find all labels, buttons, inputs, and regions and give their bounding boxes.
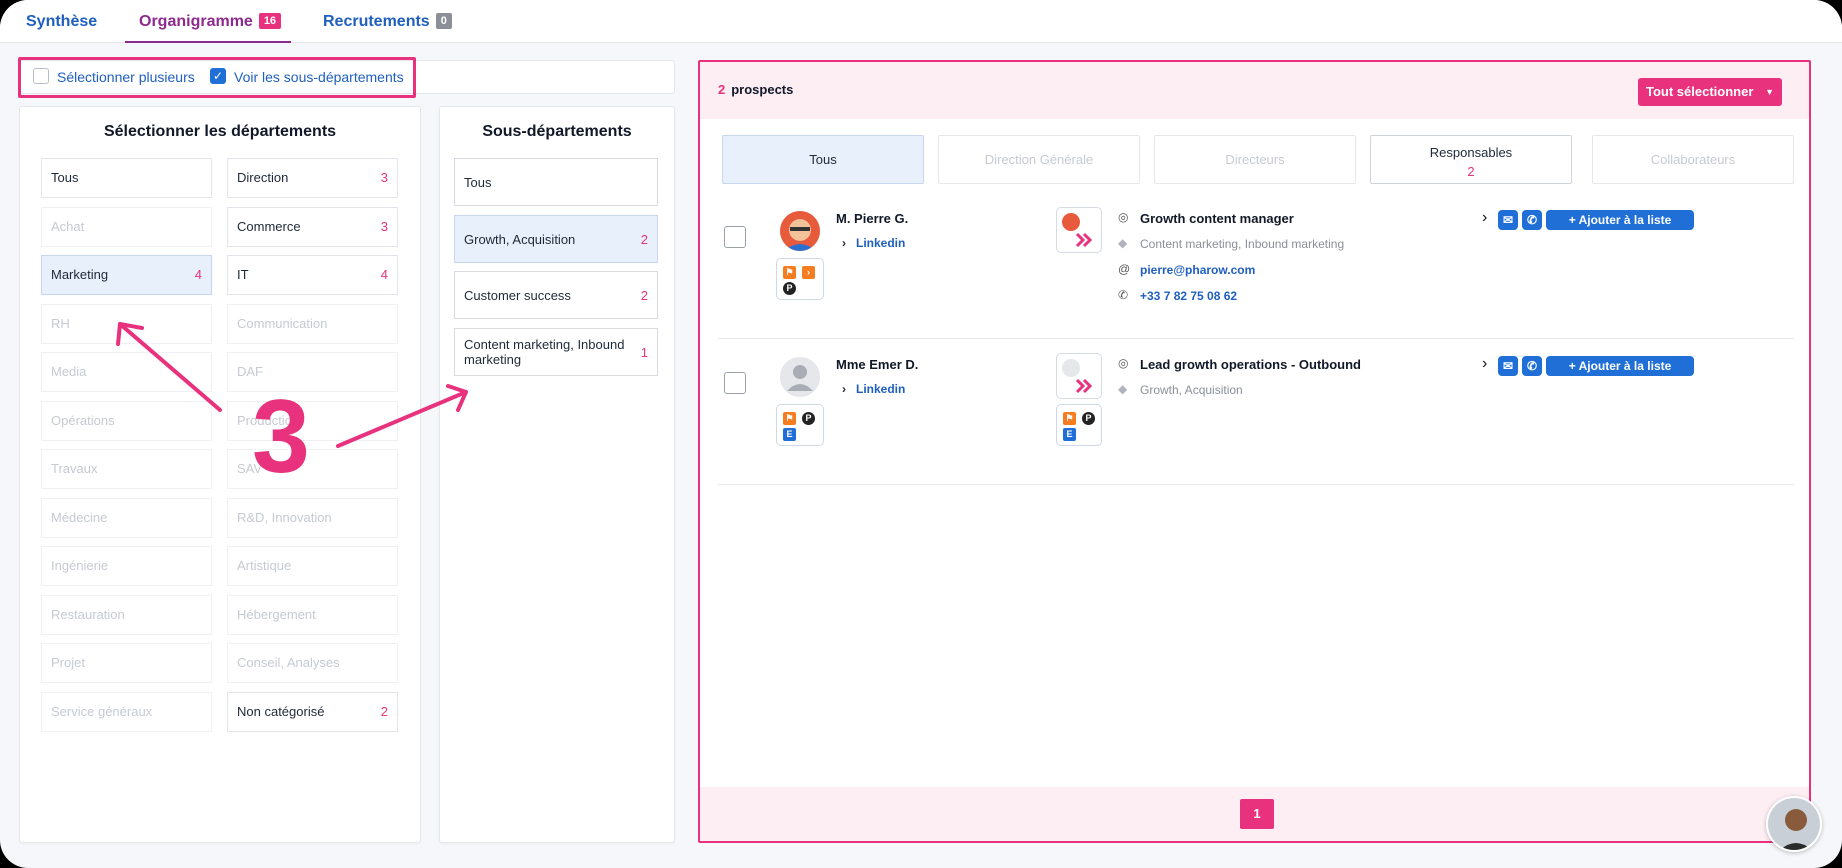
tag-icon: ◆: [1118, 236, 1128, 250]
arrow-right: [336, 390, 468, 448]
linkedin-link[interactable]: › Linkedin: [842, 236, 905, 250]
filter-tab-collaborateurs[interactable]: Collaborateurs: [1592, 135, 1794, 184]
pharow-logo-icon: P: [802, 412, 815, 425]
target-icon: ◎: [1118, 356, 1129, 370]
chevron-right-icon[interactable]: ›: [1482, 209, 1487, 227]
job-title: Growth content manager: [1140, 211, 1294, 226]
phone-icon: ✆: [1526, 359, 1538, 373]
flag-icon: ⚑: [783, 412, 796, 425]
default-user-icon: [780, 357, 820, 397]
at-icon: @: [1118, 262, 1131, 276]
prospect-name: M. Pierre G.: [836, 211, 909, 226]
plus-icon: +: [1568, 213, 1579, 227]
user-avatar[interactable]: [1766, 796, 1822, 852]
prospects-count: 2 prospects: [718, 82, 794, 97]
company-logo: [1056, 353, 1102, 399]
source-logo-icon: ›: [802, 266, 815, 279]
filter-tab-responsables[interactable]: Responsables 2: [1370, 135, 1572, 184]
arrow-left: [118, 322, 222, 412]
source-logo-icon: E: [783, 428, 796, 441]
flag-icon: ⚑: [1063, 412, 1076, 425]
mail-icon: ✉: [1502, 213, 1514, 227]
prospects-header: 2 prospects Tout sélectionner ▼: [700, 62, 1809, 119]
prospects-panel: 2 prospects Tout sélectionner ▼ Tous Dire…: [698, 60, 1811, 843]
flag-icon: ⚑: [783, 266, 796, 279]
tag-icon: ◆: [1118, 382, 1128, 396]
call-button[interactable]: ✆: [1522, 210, 1542, 230]
filter-tab-direction-generale[interactable]: Direction Générale: [938, 135, 1140, 184]
phone-icon: ✆: [1118, 288, 1129, 302]
job-tags: Content marketing, Inbound marketing: [1140, 237, 1345, 251]
page-button[interactable]: 1: [1240, 799, 1274, 829]
pharow-logo-icon: P: [1082, 412, 1095, 425]
phone-icon: ✆: [1526, 213, 1538, 227]
prospect-phone[interactable]: +33 7 82 75 08 62: [1140, 289, 1237, 303]
chevron-right-icon[interactable]: ›: [1482, 355, 1487, 373]
pagination-bar: 1: [700, 787, 1809, 841]
job-title: Lead growth operations - Outbound: [1140, 357, 1361, 372]
plus-icon: +: [1568, 359, 1579, 373]
source-badges: ⚑ P E: [776, 404, 824, 446]
job-tags: Growth, Acquisition: [1140, 383, 1243, 397]
person-photo-icon: [780, 211, 820, 251]
caret-down-icon: ▼: [1765, 87, 1774, 97]
prospect-checkbox[interactable]: [724, 372, 746, 394]
linkedin-link[interactable]: › Linkedin: [842, 382, 905, 396]
prospect-row: ⚑ P E Mme Emer D. › Linkedin ⚑ P E ◎ Lead…: [718, 340, 1794, 485]
source-badges: ⚑ › P: [776, 258, 824, 300]
company-logo-icon: [1062, 213, 1093, 248]
source-logo-icon: E: [1063, 428, 1076, 441]
annotation-number: 3: [252, 379, 310, 495]
prospect-row: ⚑ › P M. Pierre G. › Linkedin ◎ Growth co…: [718, 194, 1794, 339]
pharow-logo-icon: P: [783, 282, 796, 295]
add-to-list-button[interactable]: + Ajouter à la liste: [1546, 210, 1694, 230]
company-logo-icon: [1062, 359, 1093, 394]
mail-icon: ✉: [1502, 359, 1514, 373]
add-to-list-button[interactable]: + Ajouter à la liste: [1546, 356, 1694, 376]
select-all-button[interactable]: Tout sélectionner ▼: [1638, 78, 1782, 106]
email-button[interactable]: ✉: [1498, 210, 1518, 230]
app-frame: Synthèse Organigramme 16 Recrutements 0 Sé…: [0, 0, 1842, 868]
prospect-avatar[interactable]: [780, 357, 820, 397]
company-source-badges: ⚑ P E: [1056, 404, 1102, 446]
prospect-name: Mme Emer D.: [836, 357, 919, 372]
call-button[interactable]: ✆: [1522, 356, 1542, 376]
prospect-checkbox[interactable]: [724, 226, 746, 248]
email-button[interactable]: ✉: [1498, 356, 1518, 376]
filter-tab-directeurs[interactable]: Directeurs: [1154, 135, 1356, 184]
chevron-right-icon: ›: [842, 382, 846, 396]
filter-tab-tous[interactable]: Tous: [722, 135, 924, 184]
target-icon: ◎: [1118, 210, 1129, 224]
prospect-email[interactable]: pierre@pharow.com: [1140, 263, 1255, 277]
prospect-avatar[interactable]: [780, 211, 820, 251]
company-logo: [1056, 207, 1102, 253]
chevron-right-icon: ›: [842, 236, 846, 250]
